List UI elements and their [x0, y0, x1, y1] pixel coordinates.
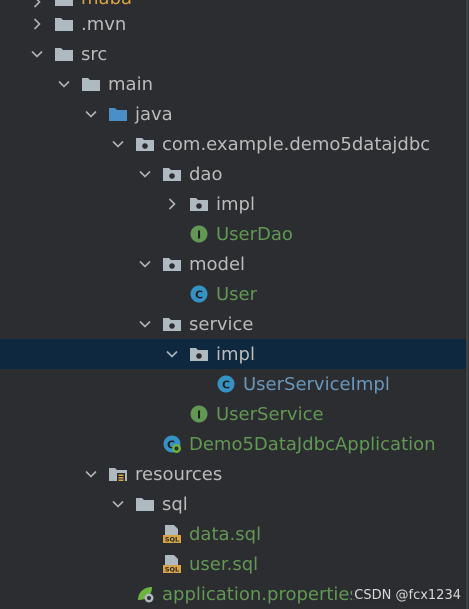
package-icon [162, 254, 182, 274]
tree-item-label: UserService [216, 403, 324, 425]
package-icon [189, 194, 209, 214]
tree-row-service[interactable]: service [0, 309, 469, 339]
tree-row-java[interactable]: java [0, 99, 469, 129]
tree-item-label: java [135, 103, 173, 125]
tree-row-model[interactable]: model [0, 249, 469, 279]
svg-text:SQL: SQL [165, 566, 179, 574]
folder-icon [54, 14, 74, 34]
chevron-down-icon[interactable] [111, 497, 125, 511]
tree-item-label: User [216, 283, 258, 305]
tree-item-label: data.sql [189, 523, 262, 545]
folder-icon [54, 44, 74, 64]
tree-row-user[interactable]: C User [0, 279, 469, 309]
tree-row-src[interactable]: src [0, 39, 469, 69]
tree-row-main[interactable]: main [0, 69, 469, 99]
class-icon: C [189, 284, 209, 304]
interface-icon: I [189, 404, 209, 424]
tree-item-label: main [108, 73, 153, 95]
tree-row-impl[interactable]: impl [0, 339, 469, 369]
chevron-down-icon[interactable] [138, 317, 152, 331]
class-icon: C [216, 374, 236, 394]
tree-item-label: impl [216, 343, 255, 365]
svg-text:I: I [197, 408, 201, 421]
properties-file-icon [135, 584, 155, 604]
svg-text:C: C [195, 288, 203, 301]
tree-item-label: model [189, 253, 246, 275]
tree-row--mvn[interactable]: .mvn [0, 9, 469, 39]
tree-item-label: user.sql [189, 553, 259, 575]
tree-row-resources[interactable]: resources [0, 459, 469, 489]
tree-row-user-sql[interactable]: SQL user.sql [0, 549, 469, 579]
sql-file-icon: SQL [162, 554, 182, 574]
tree-row-com-example-demo5datajdbc[interactable]: com.example.demo5datajdbc [0, 129, 469, 159]
svg-text:C: C [222, 378, 230, 391]
tree-row-userserviceimpl[interactable]: C UserServiceImpl [0, 369, 469, 399]
chevron-down-icon[interactable] [84, 107, 98, 121]
chevron-right-icon[interactable] [165, 197, 179, 211]
tree-item-label: Demo5DataJdbcApplication [189, 433, 436, 455]
tree-item-label: UserDao [216, 223, 293, 245]
tree-row-userdao[interactable]: I UserDao [0, 219, 469, 249]
tree-item-label: sql [162, 493, 188, 515]
sql-file-icon: SQL [162, 524, 182, 544]
package-icon [189, 344, 209, 364]
chevron-down-icon[interactable] [111, 137, 125, 151]
tree-item-label: dao [189, 163, 223, 185]
resources-folder-icon [108, 464, 128, 484]
chevron-down-icon[interactable] [57, 77, 71, 91]
tree-item-label: resources [135, 463, 223, 485]
package-icon [162, 164, 182, 184]
tree-item-label: .mvn [81, 13, 127, 35]
interface-icon: I [189, 224, 209, 244]
svg-text:SQL: SQL [165, 536, 179, 544]
chevron-down-icon[interactable] [138, 167, 152, 181]
tree-row-maba[interactable]: maba [0, 0, 469, 9]
project-tree: maba .mvn srcmain java com.example.demo5data… [0, 0, 469, 609]
source-folder-icon [108, 104, 128, 124]
spring-boot-class-icon: C [162, 434, 182, 454]
tree-row-sql[interactable]: sql [0, 489, 469, 519]
package-icon [162, 314, 182, 334]
chevron-down-icon[interactable] [30, 47, 44, 61]
tree-row-userservice[interactable]: I UserService [0, 399, 469, 429]
tree-item-label: src [81, 43, 108, 65]
tree-item-label: maba [81, 0, 132, 9]
chevron-down-icon[interactable] [165, 347, 179, 361]
folder-icon [54, 0, 74, 9]
tree-item-label: application.properties [162, 583, 359, 605]
tree-item-label: impl [216, 193, 255, 215]
chevron-right-icon[interactable] [30, 0, 44, 9]
tree-row-data-sql[interactable]: SQL data.sql [0, 519, 469, 549]
tree-item-label: UserServiceImpl [243, 373, 390, 395]
folder-icon [81, 74, 101, 94]
package-icon [135, 134, 155, 154]
chevron-right-icon[interactable] [30, 17, 44, 31]
tree-row-demo5datajdbcapplication[interactable]: C Demo5DataJdbcApplication [0, 429, 469, 459]
chevron-down-icon[interactable] [138, 257, 152, 271]
watermark: CSDN @fcx1234 [352, 588, 463, 603]
tree-item-label: service [189, 313, 254, 335]
tree-row-impl[interactable]: impl [0, 189, 469, 219]
tree-row-dao[interactable]: dao [0, 159, 469, 189]
folder-icon [135, 494, 155, 514]
tree-item-label: com.example.demo5datajdbc [162, 133, 431, 155]
chevron-down-icon[interactable] [84, 467, 98, 481]
svg-text:I: I [197, 228, 201, 241]
